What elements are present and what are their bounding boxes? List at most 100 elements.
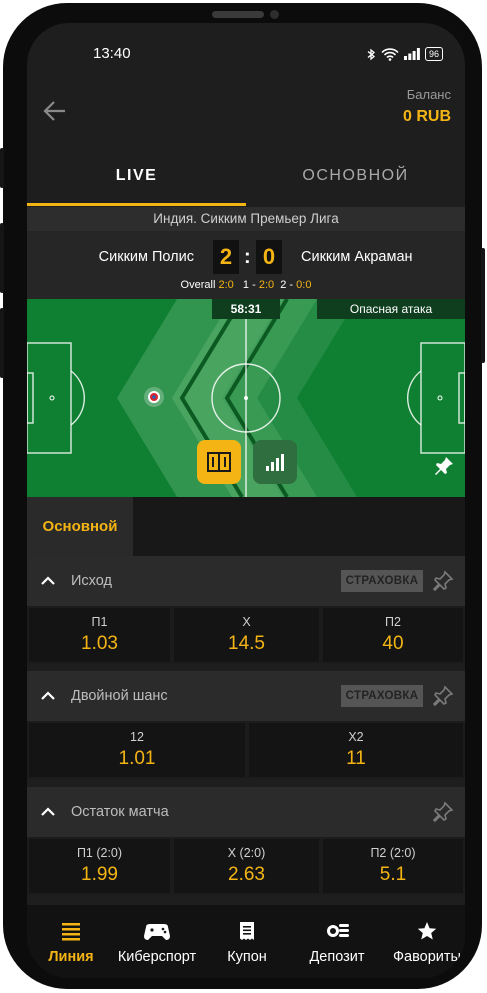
odds-cell[interactable]: X (2:0) 2.63 bbox=[174, 839, 319, 893]
battery-indicator: 96 bbox=[424, 47, 443, 61]
odds-cell[interactable]: П1 1.03 bbox=[29, 608, 170, 662]
team-away: Сикким Акраман bbox=[301, 249, 413, 265]
outcome-label: П2 (2:0) bbox=[370, 846, 416, 860]
score-separator: : bbox=[244, 246, 251, 268]
overall-score: 2:0 bbox=[218, 279, 234, 291]
chevron-up-icon[interactable] bbox=[39, 687, 57, 705]
period1-score: 2:0 bbox=[258, 279, 275, 291]
market-header[interactable]: Исход СТРАХОВКА bbox=[27, 556, 465, 606]
nav-label: Фавориты bbox=[393, 949, 461, 965]
nav-favorites[interactable]: Фавориты bbox=[383, 905, 465, 978]
overall-label: Overall bbox=[180, 279, 216, 291]
team-home: Сикким Полис bbox=[98, 249, 194, 265]
coins-icon bbox=[327, 924, 349, 937]
tab-main[interactable]: ОСНОВНОЙ bbox=[246, 155, 465, 207]
odds-row: П1 1.03 X 14.5 П2 40 bbox=[27, 606, 465, 664]
nav-line[interactable]: Линия bbox=[27, 905, 115, 978]
odds-value: 14.5 bbox=[228, 633, 265, 654]
odds-cell[interactable]: X2 11 bbox=[249, 723, 463, 777]
market-title: Двойной шанс bbox=[71, 688, 168, 704]
odds-row: 12 1.01 X2 11 bbox=[27, 721, 465, 779]
side-button bbox=[0, 148, 4, 188]
lineup-icon bbox=[207, 452, 231, 472]
speaker-grille bbox=[212, 11, 264, 18]
score-away: 0 bbox=[256, 240, 282, 274]
bottom-navigation: Линия Киберспорт Купон Депозит Фавориты bbox=[27, 905, 465, 978]
mode-tabs: LIVE ОСНОВНОЙ bbox=[27, 155, 465, 207]
odds-cell[interactable]: 12 1.01 bbox=[29, 723, 245, 777]
nav-coupon[interactable]: Купон bbox=[203, 905, 291, 978]
nav-deposit[interactable]: Депозит bbox=[293, 905, 381, 978]
active-tab-indicator bbox=[27, 203, 246, 206]
outcome-label: П2 bbox=[385, 615, 401, 629]
star-icon bbox=[417, 922, 437, 940]
league-name: Индия. Сикким Премьер Лига bbox=[27, 207, 465, 231]
event-label: Опасная атака bbox=[317, 299, 465, 319]
pin-outline-icon[interactable] bbox=[431, 800, 455, 824]
lineup-button[interactable] bbox=[197, 440, 241, 484]
tab-live[interactable]: LIVE bbox=[27, 155, 246, 207]
signal-icon bbox=[403, 48, 420, 60]
list-icon bbox=[62, 923, 80, 941]
outcome-label: 12 bbox=[130, 730, 144, 744]
back-arrow-icon[interactable] bbox=[41, 97, 69, 125]
odds-value: 1.99 bbox=[81, 864, 118, 885]
period1-label: 1 - bbox=[242, 279, 256, 291]
bar-chart-icon bbox=[266, 454, 284, 471]
phone-frame: 13:40 96 Баланс 0 RUB LIVE ОСНОВНОЙ Инди… bbox=[0, 3, 485, 989]
score-home: 2 bbox=[213, 240, 239, 274]
odds-value: 1.03 bbox=[81, 633, 118, 654]
status-icons: 96 bbox=[367, 47, 443, 61]
outcome-label: X2 bbox=[348, 730, 364, 744]
pin-icon[interactable] bbox=[433, 455, 455, 477]
outcome-label: X (2:0) bbox=[227, 846, 266, 860]
chevron-up-icon[interactable] bbox=[39, 803, 57, 821]
odds-cell[interactable]: П2 40 bbox=[323, 608, 463, 662]
period2-score: 0:0 bbox=[296, 279, 312, 291]
screen: 13:40 96 Баланс 0 RUB LIVE ОСНОВНОЙ Инди… bbox=[27, 23, 465, 978]
side-button bbox=[0, 308, 4, 378]
nav-esports[interactable]: Киберспорт bbox=[113, 905, 201, 978]
nav-label: Киберспорт bbox=[117, 949, 197, 965]
match-timer: 58:31 bbox=[212, 299, 280, 319]
odds-cell[interactable]: П1 (2:0) 1.99 bbox=[29, 839, 170, 893]
period-scores: Overall 2:0 1 - 2:0 2 - 0:0 bbox=[27, 279, 465, 291]
gamepad-icon bbox=[144, 924, 170, 940]
scoreboard: Сикким Полис 2 : 0 Сикким Акраман Overal… bbox=[27, 231, 465, 299]
wifi-icon bbox=[381, 47, 399, 61]
odds-cell[interactable]: П2 (2:0) 5.1 bbox=[323, 839, 463, 893]
tab-main-markets[interactable]: Основной bbox=[27, 497, 133, 556]
bluetooth-icon bbox=[367, 48, 375, 60]
market-header[interactable]: Остаток матча bbox=[27, 787, 465, 837]
market-title: Остаток матча bbox=[71, 804, 169, 820]
odds-value: 11 bbox=[346, 748, 366, 769]
balance-label: Баланс bbox=[406, 87, 451, 102]
nav-label: Линия bbox=[48, 949, 94, 965]
front-camera bbox=[270, 10, 279, 19]
odds-value: 1.01 bbox=[118, 748, 156, 769]
side-button bbox=[0, 223, 4, 293]
odds-value: 5.1 bbox=[379, 864, 407, 885]
side-button bbox=[481, 248, 485, 363]
odds-value: 2.63 bbox=[228, 864, 265, 885]
period2-label: 2 - bbox=[280, 279, 294, 291]
pin-outline-icon[interactable] bbox=[431, 684, 455, 708]
market-header[interactable]: Двойной шанс СТРАХОВКА bbox=[27, 671, 465, 721]
odds-value: 40 bbox=[382, 633, 404, 654]
insurance-button[interactable]: СТРАХОВКА bbox=[341, 570, 423, 592]
chevron-up-icon[interactable] bbox=[39, 572, 57, 590]
balance-value[interactable]: 0 RUB bbox=[403, 108, 451, 126]
outcome-label: П1 bbox=[91, 615, 108, 629]
pin-outline-icon[interactable] bbox=[431, 569, 455, 593]
coupon-icon bbox=[240, 922, 254, 940]
pitch-graphic bbox=[27, 299, 465, 497]
outcome-label: П1 (2:0) bbox=[76, 846, 123, 860]
insurance-button[interactable]: СТРАХОВКА bbox=[341, 685, 423, 707]
market-filter-tabs: Основной bbox=[27, 497, 465, 556]
market-title: Исход bbox=[71, 573, 112, 589]
stats-button[interactable] bbox=[253, 440, 297, 484]
nav-label: Купон bbox=[227, 949, 267, 965]
nav-label: Депозит bbox=[309, 949, 365, 965]
odds-cell[interactable]: X 14.5 bbox=[174, 608, 319, 662]
outcome-label: X bbox=[242, 615, 251, 629]
